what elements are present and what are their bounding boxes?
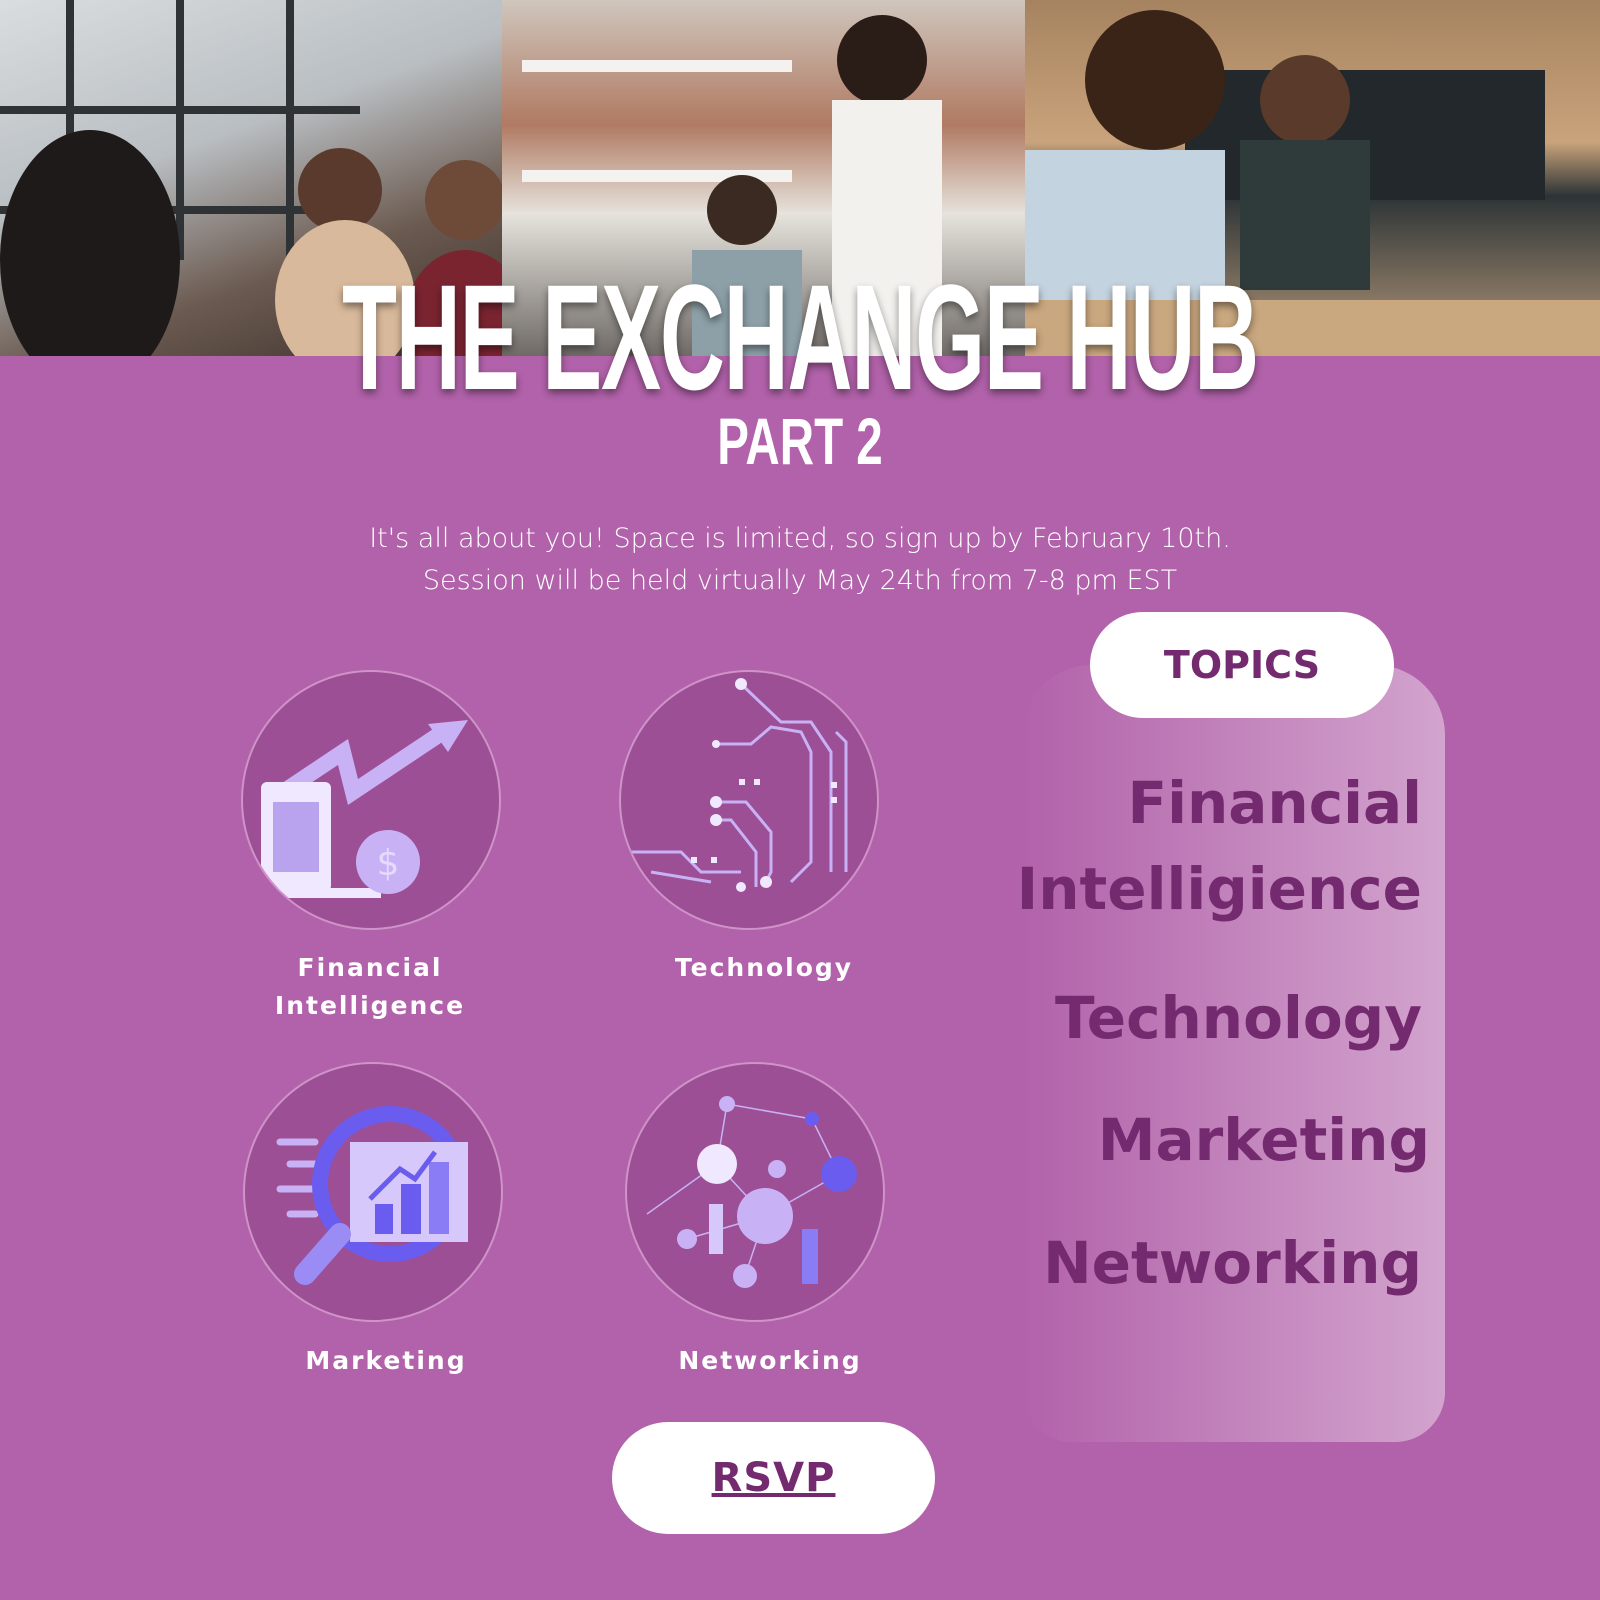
label-line-1: Financial bbox=[297, 953, 443, 982]
description-line-2: Session will be held virtually May 24th … bbox=[422, 565, 1178, 596]
circuit-icon bbox=[619, 670, 879, 930]
topics-heading-badge: TOPICS bbox=[1090, 612, 1394, 718]
label-line-2: Intelligence bbox=[274, 991, 466, 1020]
topics-heading: TOPICS bbox=[1163, 643, 1321, 687]
topic-marketing: Marketing bbox=[1097, 1106, 1430, 1174]
icon-label-technology: Technology bbox=[674, 953, 854, 982]
icon-label-networking: Networking bbox=[678, 1346, 862, 1375]
rsvp-label[interactable]: RSVP bbox=[712, 1455, 836, 1501]
network-people-icon bbox=[625, 1062, 885, 1322]
event-title: THE EXCHANGE HUB bbox=[342, 253, 1259, 421]
icon-label-marketing: Marketing bbox=[305, 1346, 467, 1375]
event-description: It's all about you! Space is limited, so… bbox=[0, 518, 1600, 602]
topic-financial: Financial bbox=[1127, 769, 1422, 837]
magnifier-chart-icon bbox=[243, 1062, 503, 1322]
finance-growth-icon: $ bbox=[241, 670, 501, 930]
svg-text:$: $ bbox=[377, 843, 400, 884]
topic-technology: Technology bbox=[1054, 984, 1422, 1052]
topic-intelligence: Intelligience bbox=[1016, 855, 1422, 923]
event-subtitle: PART 2 bbox=[717, 404, 883, 478]
rsvp-button[interactable]: RSVP bbox=[612, 1422, 935, 1534]
topic-networking: Networking bbox=[1043, 1229, 1422, 1297]
icon-label-financial-intelligence: Financial Intelligence bbox=[210, 949, 530, 1025]
description-line-1: It's all about you! Space is limited, so… bbox=[369, 523, 1231, 554]
